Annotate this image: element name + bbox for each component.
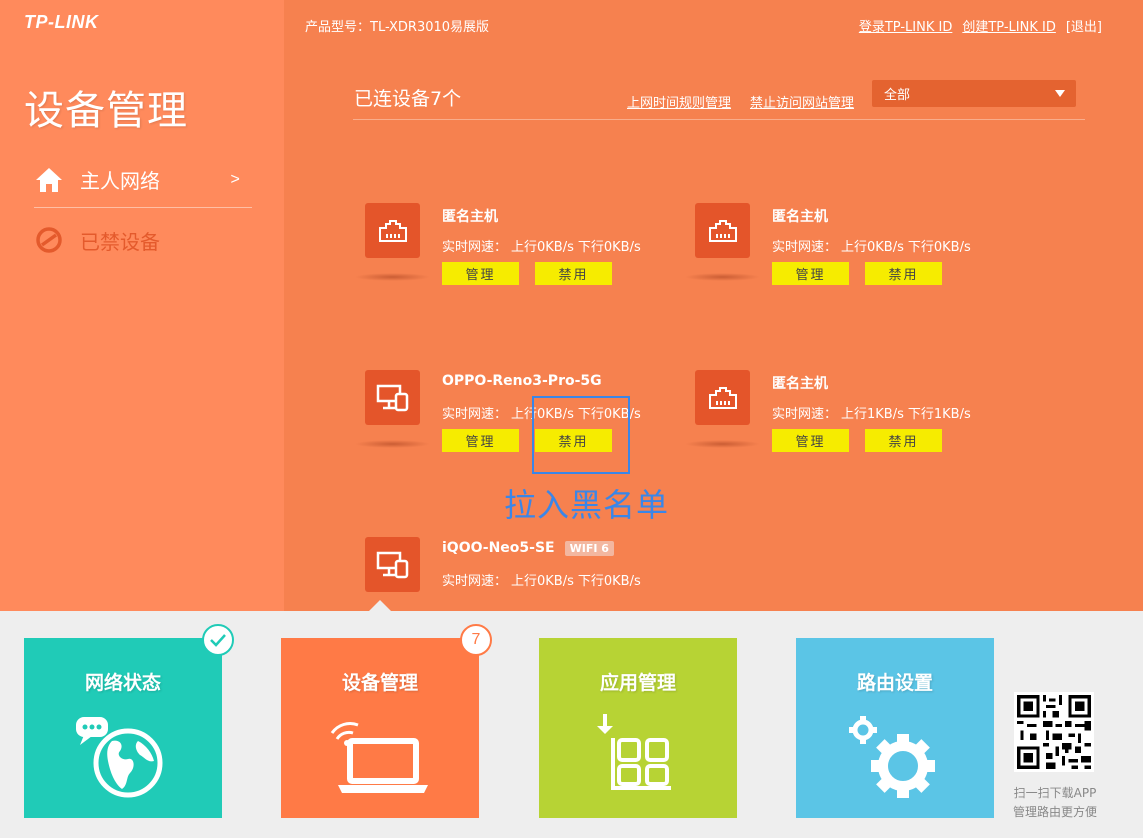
device-card: iQOO-Neo5-SE WIFI 6 实时网速： 上行0KB/s 下行0KB/s bbox=[365, 537, 685, 637]
globe-icon bbox=[24, 706, 222, 806]
device-name: iQOO-Neo5-SE WIFI 6 bbox=[442, 540, 614, 556]
tile-label: 路由设置 bbox=[856, 672, 933, 694]
tp-link-logo: TP-LINK bbox=[24, 12, 99, 32]
annotation-label: 拉入黑名单 bbox=[504, 486, 670, 524]
device-card: OPPO-Reno3-Pro-5G 实时网速： 上行0KB/s 下行0KB/s 管理… bbox=[355, 370, 685, 470]
download-speed: 下行1KB/s bbox=[907, 407, 971, 422]
device-speed: 实时网速： 上行1KB/s 下行1KB/s bbox=[772, 407, 971, 422]
product-model: 产品型号：TL-XDR3010易展版 bbox=[305, 20, 490, 35]
device-name: OPPO-Reno3-Pro-5G bbox=[442, 373, 602, 389]
apps-grid-icon bbox=[539, 706, 737, 806]
filter-value: 全部 bbox=[884, 88, 911, 103]
manage-button[interactable]: 管理 bbox=[442, 262, 519, 285]
device-card: 匿名主机 实时网速： 上行0KB/s 下行0KB/s 管理 禁用 bbox=[685, 203, 1015, 303]
blocked-sites-link[interactable]: 禁止访问网站管理 bbox=[750, 92, 854, 111]
devices-icon bbox=[365, 537, 420, 592]
connected-count: 已连设备7个 bbox=[354, 88, 462, 110]
time-rules-link[interactable]: 上网时间规则管理 bbox=[627, 92, 731, 111]
home-icon bbox=[34, 165, 64, 195]
annotation-highlight-box bbox=[532, 396, 630, 474]
device-speed: 实时网速： 上行0KB/s 下行0KB/s bbox=[442, 574, 641, 589]
tile-label: 网络状态 bbox=[84, 672, 161, 694]
tile-label: 设备管理 bbox=[341, 672, 418, 694]
block-button[interactable]: 禁用 bbox=[865, 429, 942, 452]
ethernet-icon bbox=[365, 203, 420, 258]
block-icon bbox=[34, 225, 64, 255]
sidebar: TP-LINK 设备管理 主人网络 > 已禁设备 bbox=[0, 0, 284, 611]
manage-button[interactable]: 管理 bbox=[772, 429, 849, 452]
account-links: 登录TP-LINK ID 创建TP-LINK ID [退出] bbox=[859, 16, 1102, 35]
block-button[interactable]: 禁用 bbox=[535, 262, 612, 285]
create-tplink-id-link[interactable]: 创建TP-LINK ID bbox=[962, 16, 1056, 35]
upload-speed: 上行1KB/s bbox=[841, 407, 904, 422]
sidebar-item-host-network[interactable]: 主人网络 > bbox=[34, 152, 252, 208]
download-speed: 下行0KB/s bbox=[577, 574, 641, 589]
wifi6-badge: WIFI 6 bbox=[564, 540, 614, 556]
logout-link[interactable]: [退出] bbox=[1066, 16, 1102, 35]
login-tplink-id-link[interactable]: 登录TP-LINK ID bbox=[859, 16, 953, 35]
check-badge-icon bbox=[202, 624, 234, 656]
ethernet-icon bbox=[695, 203, 750, 258]
manage-button[interactable]: 管理 bbox=[442, 429, 519, 452]
icon-shadow bbox=[685, 440, 760, 448]
tile-router-settings[interactable]: 路由设置 bbox=[796, 638, 994, 818]
main-panel: 产品型号：TL-XDR3010易展版 登录TP-LINK ID 创建TP-LIN… bbox=[284, 0, 1143, 611]
chevron-right-icon: > bbox=[230, 170, 240, 189]
manage-button[interactable]: 管理 bbox=[772, 262, 849, 285]
gear-icon bbox=[796, 706, 994, 806]
page-title: 设备管理 bbox=[24, 88, 188, 134]
device-speed: 实时网速： 上行0KB/s 下行0KB/s bbox=[772, 240, 971, 255]
caret-down-icon bbox=[1055, 90, 1065, 97]
device-count-badge: 7 bbox=[460, 624, 492, 656]
sidebar-item-blocked-devices[interactable]: 已禁设备 bbox=[34, 212, 252, 268]
devices-icon bbox=[365, 370, 420, 425]
ethernet-icon bbox=[695, 370, 750, 425]
qr-caption: 扫一扫下载APP 管理路由更方便 bbox=[1012, 786, 1097, 819]
tile-label: 应用管理 bbox=[599, 672, 676, 694]
device-card: 匿名主机 实时网速： 上行1KB/s 下行1KB/s 管理 禁用 bbox=[685, 370, 1015, 470]
device-name: 匿名主机 bbox=[442, 209, 498, 225]
divider bbox=[353, 119, 1085, 120]
tile-device-management[interactable]: 设备管理 bbox=[281, 638, 479, 818]
download-speed: 下行0KB/s bbox=[907, 240, 971, 255]
tile-app-management[interactable]: 应用管理 bbox=[539, 638, 737, 818]
device-name: 匿名主机 bbox=[772, 209, 828, 225]
icon-shadow bbox=[685, 273, 760, 281]
device-name: 匿名主机 bbox=[772, 376, 828, 392]
sidebar-item-label: 主人网络 bbox=[80, 169, 160, 193]
device-card: 匿名主机 实时网速： 上行0KB/s 下行0KB/s 管理 禁用 bbox=[355, 203, 685, 303]
qr-code-image bbox=[1014, 692, 1094, 772]
block-button[interactable]: 禁用 bbox=[865, 262, 942, 285]
laptop-wifi-icon bbox=[281, 706, 479, 806]
download-speed: 下行0KB/s bbox=[577, 240, 641, 255]
icon-shadow bbox=[355, 273, 430, 281]
upload-speed: 上行0KB/s bbox=[511, 240, 574, 255]
sidebar-item-label: 已禁设备 bbox=[80, 229, 160, 254]
upload-speed: 上行0KB/s bbox=[511, 574, 574, 589]
icon-shadow bbox=[355, 440, 430, 448]
device-filter-select[interactable]: 全部 bbox=[872, 80, 1076, 107]
active-tile-pointer bbox=[369, 600, 391, 611]
tile-network-status[interactable]: 网络状态 bbox=[24, 638, 222, 818]
upload-speed: 上行0KB/s bbox=[841, 240, 904, 255]
device-speed: 实时网速： 上行0KB/s 下行0KB/s bbox=[442, 240, 641, 255]
